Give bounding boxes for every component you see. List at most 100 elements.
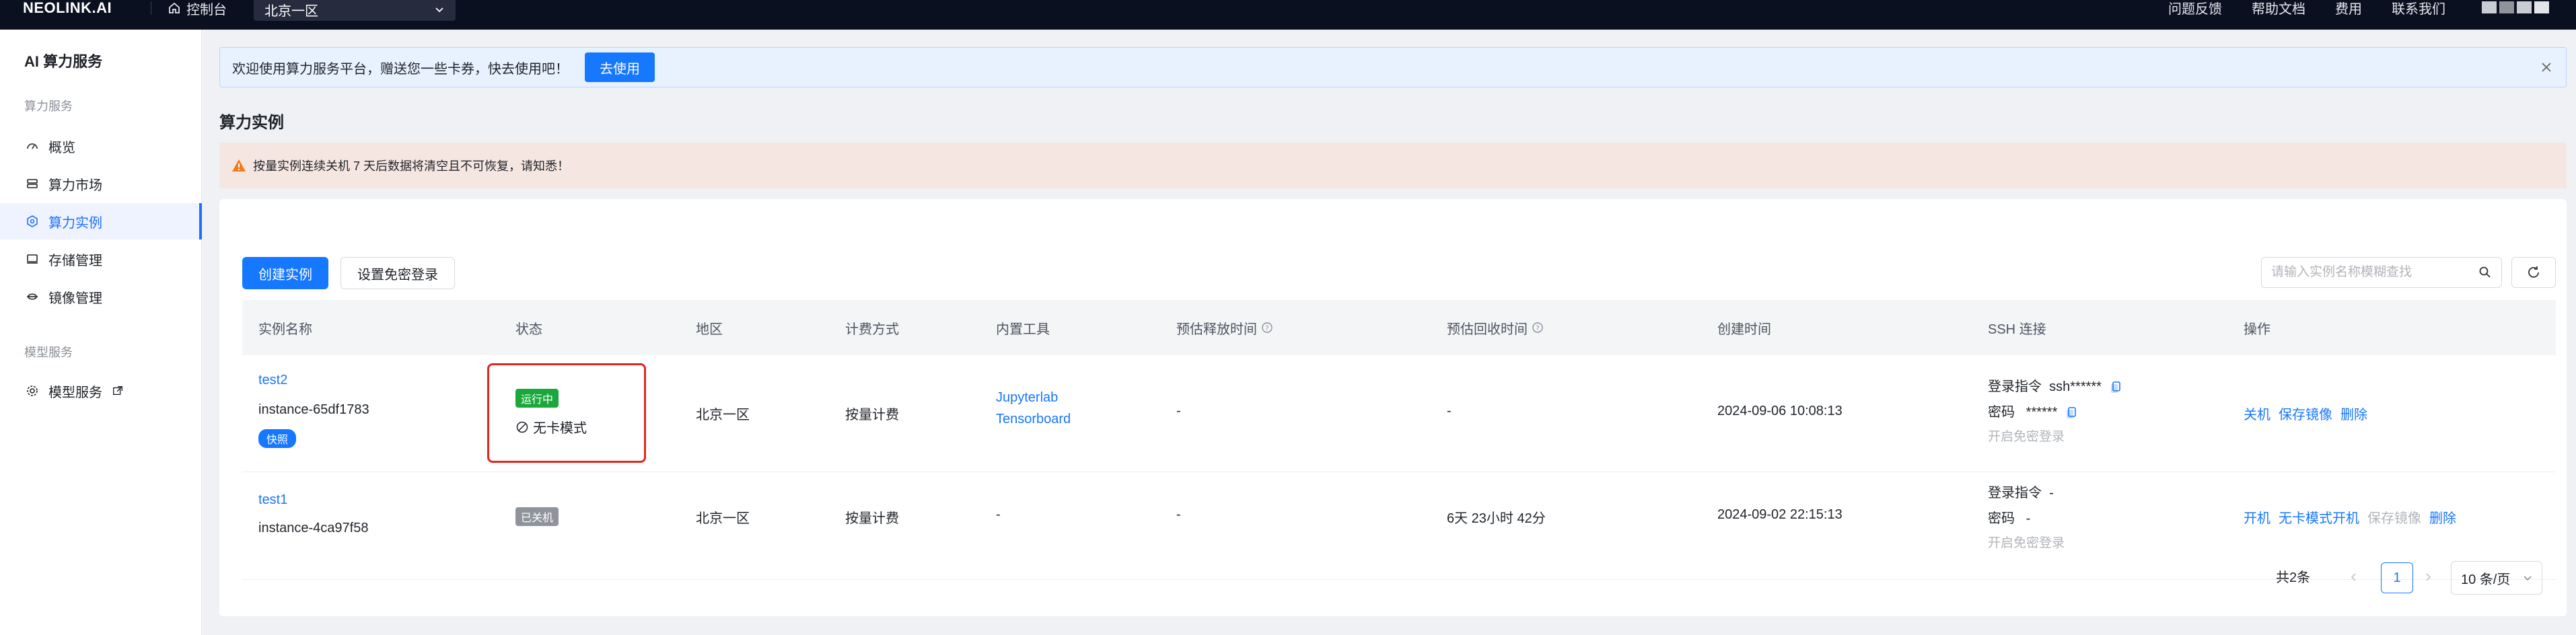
storage-icon <box>27 254 38 264</box>
shutdown-button[interactable]: 关机 <box>2244 404 2270 423</box>
ssh-pwd-value: ****** <box>2026 405 2058 420</box>
refresh-button[interactable] <box>2511 257 2556 288</box>
table-header: 实例名称 状态 地区 计费方式 内置工具 预估释放时间 ? 预估回收时间 ? 创… <box>242 300 2556 355</box>
col-actions: 操作 <box>2244 322 2270 337</box>
feedback-link[interactable]: 问题反馈 <box>2168 0 2222 17</box>
contact-link[interactable]: 联系我们 <box>2392 0 2445 17</box>
ban-icon <box>516 421 528 433</box>
instance-id: instance-65df1783 <box>258 402 369 417</box>
dashboard-icon <box>27 143 38 149</box>
copy-icon[interactable] <box>2065 406 2077 420</box>
created-time: 2024-09-06 10:08:13 <box>1717 404 1842 418</box>
ssh-cmd-value: ssh****** <box>2049 379 2102 394</box>
help-icon[interactable]: ? <box>1532 322 1544 334</box>
page-title: 算力实例 <box>219 114 284 132</box>
console-label: 控制台 <box>186 2 227 17</box>
promo-notice: 欢迎使用算力服务平台，赠送您一些卡券，快去使用吧！ 去使用 <box>219 47 2567 87</box>
region-value: 北京一区 <box>696 408 750 422</box>
go-use-button[interactable]: 去使用 <box>585 52 655 82</box>
sidebar-item-images[interactable]: 镜像管理 <box>0 278 202 315</box>
jupyterlab-link[interactable]: Jupyterlab <box>996 390 1058 406</box>
gear-icon <box>27 385 38 396</box>
create-instance-button[interactable]: 创建实例 <box>242 257 328 289</box>
col-name: 实例名称 <box>258 322 312 337</box>
help-docs-link[interactable]: 帮助文档 <box>2252 0 2305 17</box>
recycle-time: - <box>1447 404 1452 418</box>
instance-name-link[interactable]: test1 <box>258 492 287 508</box>
svg-text:?: ? <box>1265 325 1268 332</box>
ssh-password: 密码 - <box>1988 507 2030 527</box>
col-status: 状态 <box>515 322 542 337</box>
refresh-icon <box>2528 266 2539 278</box>
next-page-icon[interactable] <box>2423 572 2433 583</box>
gpu-free-mode: 无卡模式 <box>515 417 587 437</box>
table-row: test1 instance-4ca97f58 已关机 北京一区 按量计费 - … <box>242 472 2556 580</box>
sidebar-item-instances[interactable]: 算力实例 <box>0 203 202 239</box>
ssh-password: 密码 ****** <box>1988 401 2077 420</box>
sidebar-group-model: 模型服务 <box>24 346 73 359</box>
sidebar-item-label: 概览 <box>48 140 75 155</box>
sidebar: AI 算力服务 算力服务 概览 算力市场 算力实例 存储管理 镜像管理 模型服务… <box>0 30 202 635</box>
close-icon[interactable] <box>2538 59 2555 76</box>
search-icon[interactable] <box>2478 266 2492 279</box>
table-row: test2 instance-65df1783 快照 运行中 无卡模式 北京一区… <box>242 355 2556 472</box>
search-input[interactable] <box>2271 265 2460 280</box>
billing-value: 按量计费 <box>845 511 899 526</box>
tensorboard-link[interactable]: Tensorboard <box>996 412 1071 427</box>
avatar[interactable] <box>2482 1 2549 13</box>
col-recycle-label: 预估回收时间 <box>1447 322 1528 337</box>
copy-icon[interactable] <box>2110 381 2122 394</box>
instance-name-link[interactable]: test2 <box>258 373 287 388</box>
delete-button[interactable]: 删除 <box>2340 404 2367 423</box>
chevron-down-icon <box>435 7 443 13</box>
console-link[interactable]: 控制台 <box>168 0 227 18</box>
col-tools: 内置工具 <box>996 322 1050 337</box>
col-recycle-time: 预估回收时间 ? <box>1447 300 1544 355</box>
sidebar-item-label: 算力市场 <box>48 178 102 193</box>
passwordless-login-button[interactable]: 设置免密登录 <box>341 257 455 289</box>
sidebar-item-model-service[interactable]: 模型服务 <box>0 373 202 409</box>
sidebar-item-label: 算力实例 <box>48 215 102 231</box>
save-image-button[interactable]: 保存镜像 <box>2279 404 2332 423</box>
status-badge: 运行中 <box>515 389 559 408</box>
start-button[interactable]: 开机 <box>2244 507 2270 527</box>
region-value: 北京一区 <box>264 3 318 19</box>
release-time: - <box>1176 507 1181 522</box>
warning-icon <box>232 159 246 172</box>
delete-button[interactable]: 删除 <box>2429 507 2456 527</box>
billing-value: 按量计费 <box>845 408 899 422</box>
enable-passwordless-link[interactable]: 开启免密登录 <box>1988 426 2065 445</box>
sidebar-item-overview[interactable]: 概览 <box>0 128 202 164</box>
sidebar-item-label: 存储管理 <box>48 253 102 268</box>
prev-page-icon[interactable] <box>2349 572 2359 583</box>
ssh-command: 登录指令 ssh****** <box>1988 375 2122 395</box>
sidebar-group-compute: 算力服务 <box>24 100 73 113</box>
sidebar-item-storage[interactable]: 存储管理 <box>0 241 202 277</box>
release-time: - <box>1176 404 1181 418</box>
chevron-down-icon <box>2524 576 2532 581</box>
ssh-cmd-value: - <box>2049 486 2054 500</box>
created-time: 2024-09-02 22:15:13 <box>1717 507 1842 522</box>
warning-banner: 按量实例连续关机 7 天后数据将清空且不可恢复，请知悉！ <box>219 143 2567 188</box>
main-content: 欢迎使用算力服务平台，赠送您一些卡券，快去使用吧！ 去使用 算力实例 按量实例连… <box>202 30 2576 635</box>
svg-text:?: ? <box>1536 325 1539 332</box>
ssh-cmd-label: 登录指令 <box>1988 486 2042 500</box>
snapshot-badge: 快照 <box>258 429 297 448</box>
billing-link[interactable]: 费用 <box>2335 0 2362 17</box>
start-gpu-free-button[interactable]: 无卡模式开机 <box>2279 507 2359 527</box>
ssh-cmd-label: 登录指令 <box>1988 379 2042 394</box>
page-size-select[interactable]: 10 条/页 <box>2451 561 2542 595</box>
sidebar-item-market[interactable]: 算力市场 <box>0 165 202 202</box>
row-actions: 关机 保存镜像 删除 <box>2244 404 2367 423</box>
enable-passwordless-link[interactable]: 开启免密登录 <box>1988 533 2065 551</box>
logo[interactable]: NEOLINK.AI <box>23 0 151 17</box>
page-1-button[interactable]: 1 <box>2381 562 2413 593</box>
page-size-value: 10 条/页 <box>2461 572 2511 587</box>
home-icon <box>169 2 180 13</box>
tools-value: - <box>996 507 1001 522</box>
help-icon[interactable]: ? <box>1261 322 1273 334</box>
ssh-pwd-label: 密码 <box>1988 405 2015 420</box>
market-icon <box>27 179 38 188</box>
region-select[interactable]: 北京一区 <box>254 0 456 21</box>
status-badge: 已关机 <box>515 507 559 526</box>
